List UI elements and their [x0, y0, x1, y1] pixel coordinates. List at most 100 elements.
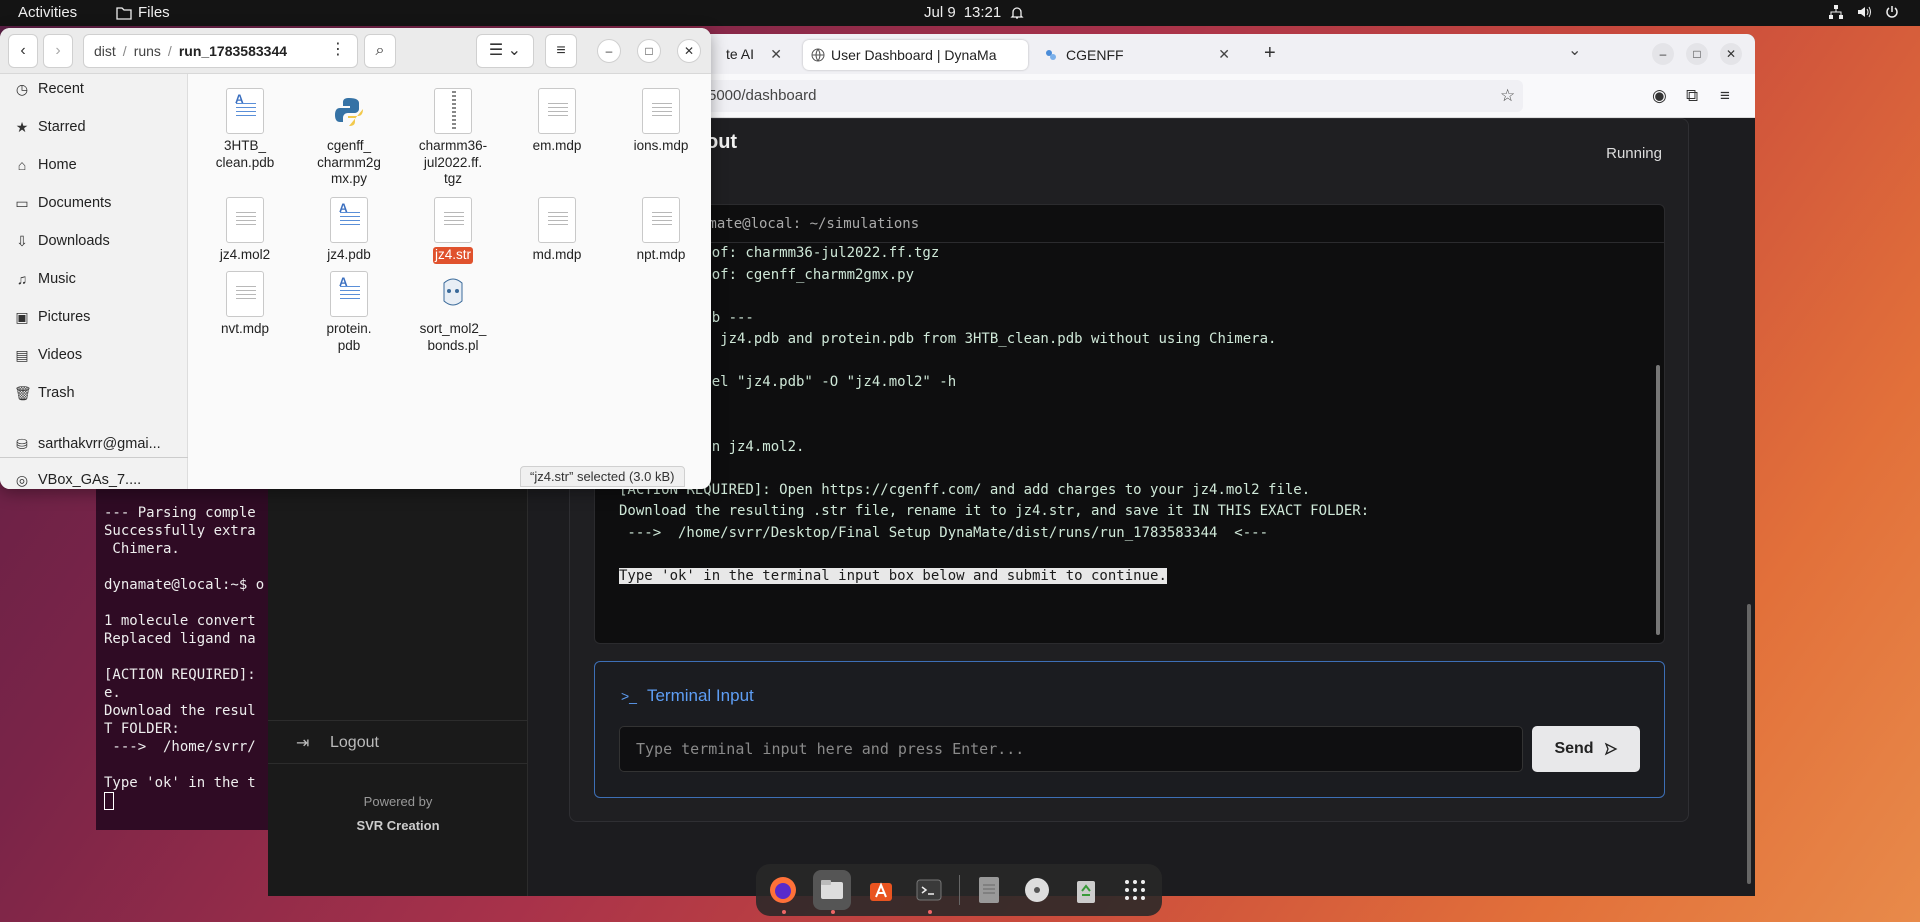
- close-tab-icon[interactable]: ✕: [770, 46, 782, 63]
- scroll-thumb[interactable]: [1747, 604, 1751, 884]
- path-segment-current[interactable]: run_1783583344: [179, 35, 287, 67]
- terminal-window[interactable]: --- Parsing comple Successfully extra Ch…: [96, 486, 286, 830]
- sidebar-item-vbox[interactable]: ◎ VBox_GAs_7....: [0, 465, 188, 489]
- sidebar-item-account[interactable]: ⛁ sarthakvrr@gmai...: [0, 429, 188, 459]
- terminal-highlight-line: Type 'ok' in the terminal input box belo…: [619, 567, 1167, 584]
- sidebar-item-starred[interactable]: ★ Starred: [0, 112, 188, 142]
- logout-button[interactable]: ⇥ Logout: [268, 720, 528, 764]
- path-menu-icon[interactable]: ⋮: [325, 34, 351, 68]
- sidebar-item-trash[interactable]: 🗑 Trash: [0, 378, 188, 408]
- terminal-icon[interactable]: [910, 870, 949, 914]
- file-name: nvt.mdp: [220, 321, 270, 336]
- file-item[interactable]: charmm36- jul2022.ff. tgz: [408, 88, 498, 188]
- tab-label: CGENFF: [1066, 47, 1124, 63]
- file-item[interactable]: npt.mdp: [616, 197, 706, 264]
- optical-disc-icon[interactable]: [1018, 870, 1057, 910]
- close-icon[interactable]: ✕: [1720, 43, 1742, 65]
- firefox-icon[interactable]: [764, 870, 803, 914]
- app-center-icon[interactable]: [861, 870, 900, 910]
- power-icon: [1886, 6, 1898, 18]
- forward-icon[interactable]: ›: [43, 34, 73, 68]
- path-segment-runs[interactable]: runs: [134, 35, 161, 67]
- sidebar-item-downloads[interactable]: ⇩ Downloads: [0, 226, 188, 256]
- file-name: md.mdp: [532, 247, 582, 262]
- terminal-input-panel: >_ Terminal Input Send: [594, 661, 1665, 798]
- plain-file-icon: [642, 88, 680, 134]
- file-item[interactable]: ions.mdp: [616, 88, 706, 155]
- maximize-icon[interactable]: □: [637, 39, 661, 63]
- show-apps-icon[interactable]: [1115, 870, 1154, 910]
- sidebar-item-documents[interactable]: ▭ Documents: [0, 188, 188, 218]
- file-item[interactable]: cgenff_ charmm2g mx.py: [304, 88, 394, 188]
- path-segment-dist[interactable]: dist: [94, 35, 116, 67]
- tab-dashboard[interactable]: User Dashboard | DynaMa: [803, 40, 1028, 70]
- file-name: em.mdp: [532, 138, 582, 153]
- network-icon: [1829, 5, 1843, 19]
- new-tab-icon[interactable]: +: [1264, 42, 1276, 65]
- bookmark-star-icon[interactable]: ☆: [1500, 86, 1515, 106]
- file-name: charmm36- jul2022.ff. tgz: [418, 138, 488, 186]
- view-toggle-icon[interactable]: ☰ ⌄: [476, 34, 534, 68]
- file-item[interactable]: jz4.str: [408, 197, 498, 264]
- recycle-bin-icon[interactable]: [1067, 870, 1106, 910]
- back-icon[interactable]: ‹: [8, 34, 38, 68]
- activities-button[interactable]: Activities: [18, 4, 77, 21]
- account-icon[interactable]: ◉: [1652, 86, 1667, 106]
- file-item[interactable]: Aprotein. pdb: [304, 271, 394, 354]
- terminal-scrollbar[interactable]: [1656, 365, 1660, 635]
- search-icon[interactable]: ⌕: [364, 34, 396, 68]
- terminal-header: amate@local: ~/simulations: [595, 205, 1664, 243]
- app-menu[interactable]: Files: [116, 4, 170, 21]
- close-icon[interactable]: ✕: [677, 39, 701, 63]
- clock-time: 13:21: [963, 4, 1002, 21]
- files-icon[interactable]: [812, 870, 852, 914]
- send-button[interactable]: Send: [1532, 726, 1640, 772]
- drive-icon[interactable]: [969, 870, 1008, 910]
- minimize-icon[interactable]: –: [597, 39, 621, 63]
- clock-date: Jul 9: [924, 4, 956, 21]
- file-manager-window: ‹ › dist / runs / run_1783583344 ⋮ ⌕ ☰ ⌄…: [0, 28, 711, 489]
- text-doc-file-icon: A: [226, 88, 264, 134]
- file-item[interactable]: jz4.mol2: [200, 197, 290, 264]
- terminal-log-lines: fresh copy of: charmm36-jul2022.ff.tgz f…: [619, 245, 1370, 541]
- download-icon: ⇩: [16, 232, 28, 249]
- system-tray[interactable]: [1828, 4, 1900, 20]
- file-item[interactable]: md.mdp: [512, 197, 602, 264]
- clock[interactable]: Jul 9 13:21: [924, 4, 1025, 21]
- python-file-icon: [330, 88, 368, 134]
- close-tab-icon[interactable]: ✕: [1218, 46, 1230, 63]
- hamburger-menu-icon[interactable]: ≡: [545, 34, 577, 68]
- send-label: Send: [1554, 740, 1594, 757]
- terminal-output-box[interactable]: amate@local: ~/simulations fresh copy of…: [594, 204, 1665, 644]
- menu-icon[interactable]: ≡: [1720, 86, 1730, 106]
- tab-cgenff[interactable]: CGENFF ✕: [1036, 40, 1236, 70]
- file-name: 3HTB_ clean.pdb: [215, 138, 275, 170]
- file-name: ions.mdp: [633, 138, 689, 153]
- plain-file-icon: [434, 197, 472, 243]
- globe-icon: [811, 48, 825, 62]
- disc-icon: ◎: [15, 471, 29, 488]
- sidebar-item-videos[interactable]: ▤ Videos: [0, 340, 188, 370]
- path-bar[interactable]: dist / runs / run_1783583344: [83, 34, 358, 68]
- terminal-input-title: >_ Terminal Input: [621, 686, 754, 706]
- sidebar-item-home[interactable]: ⌂ Home: [0, 150, 188, 180]
- minimize-icon[interactable]: –: [1652, 43, 1674, 65]
- extensions-icon[interactable]: ⧉: [1686, 86, 1698, 106]
- file-item[interactable]: em.mdp: [512, 88, 602, 155]
- music-icon: ♫: [16, 271, 28, 287]
- sidebar-item-music[interactable]: ♫ Music: [0, 264, 188, 294]
- file-item[interactable]: A 3HTB_ clean.pdb: [200, 88, 290, 171]
- list-tabs-icon[interactable]: ⌄: [1568, 40, 1581, 60]
- file-item[interactable]: nvt.mdp: [200, 271, 290, 338]
- maximize-icon[interactable]: □: [1686, 43, 1708, 65]
- selection-status: “jz4.str” selected (3.0 kB): [520, 466, 685, 487]
- file-item[interactable]: sort_mol2_ bonds.pl: [408, 271, 498, 354]
- file-item[interactable]: Ajz4.pdb: [304, 197, 394, 264]
- sidebar-item-pictures[interactable]: ▣ Pictures: [0, 302, 188, 332]
- brand-label: SVR Creation: [356, 818, 440, 833]
- logout-label: Logout: [330, 734, 379, 751]
- sidebar-item-recent[interactable]: ◷ Recent: [0, 74, 188, 104]
- page-scrollbar[interactable]: [1743, 118, 1755, 896]
- terminal-input-field[interactable]: [619, 726, 1523, 772]
- file-name: jz4.pdb: [327, 247, 371, 262]
